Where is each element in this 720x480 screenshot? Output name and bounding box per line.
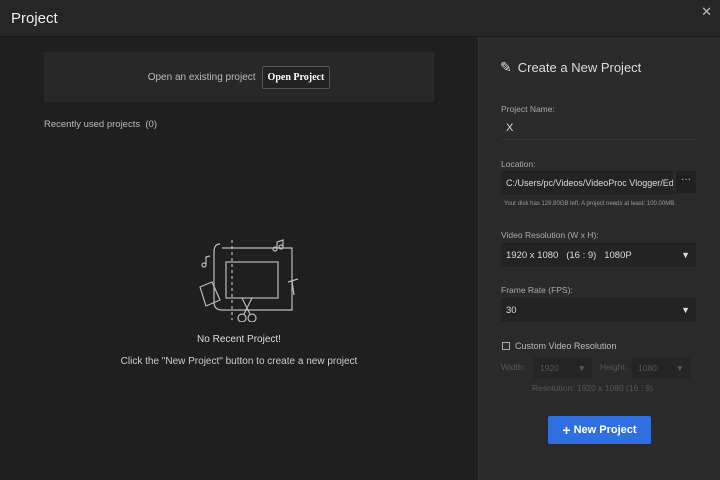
resolution-summary: Resolution: 1920 x 1080 (16 : 9) (532, 383, 653, 393)
plus-icon: + (562, 422, 571, 438)
close-icon[interactable]: ✕ (701, 4, 712, 20)
checkbox-icon (502, 342, 510, 350)
fps-select[interactable]: 30 ▼ (501, 298, 696, 322)
dropdown-arrow-icon: ▼ (681, 305, 690, 315)
open-existing-label: Open an existing project (147, 71, 256, 83)
project-name-label: Project Name: (501, 104, 555, 114)
resolution-select[interactable]: 1920 x 1080 (16 : 9) 1080P ▼ (501, 243, 696, 267)
custom-resolution-label: Custom Video Resolution (515, 341, 617, 351)
recent-label-text: Recently used projects (44, 119, 141, 130)
film-scissors-illustration-icon (199, 239, 299, 322)
open-project-box: Open an existing project Open Project (44, 52, 434, 102)
resolution-value: 1920 x 1080 (16 : 9) 1080P (506, 249, 632, 261)
location-label: Location: (501, 159, 536, 169)
location-value: C:/Users/pc/Videos/VideoProc Vlogger/Edi… (506, 178, 673, 188)
no-recent-title: No Recent Project! (197, 334, 281, 345)
recent-panel: Open an existing project Open Project Re… (0, 37, 478, 480)
width-select[interactable]: 1920 ▼ (534, 357, 592, 379)
no-recent-hint: Click the "New Project" button to create… (120, 356, 358, 367)
create-project-panel: ✎ Create a New Project Project Name: X L… (478, 37, 720, 480)
recent-count: (0) (145, 119, 158, 130)
edit-document-icon: ✎ (500, 59, 512, 75)
new-project-button[interactable]: + New Project (548, 416, 651, 444)
height-label: Height: (600, 362, 627, 372)
window-title: Project (11, 10, 58, 27)
height-value: 1080 (638, 363, 657, 373)
dropdown-arrow-icon: ▼ (681, 250, 690, 260)
location-input[interactable]: C:/Users/pc/Videos/VideoProc Vlogger/Edi… (501, 171, 673, 195)
custom-resolution-checkbox[interactable]: Custom Video Resolution (502, 341, 616, 351)
fps-label: Frame Rate (FPS): (501, 285, 573, 295)
title-bar: Project ✕ (0, 0, 720, 37)
browse-button[interactable]: ··· (676, 171, 696, 193)
create-title: Create a New Project (517, 60, 642, 75)
disk-info: Your disk has 128.80GB left. A project n… (504, 201, 676, 207)
create-header: ✎ Create a New Project (500, 59, 641, 76)
width-label: Width: (501, 362, 526, 372)
open-project-button[interactable]: Open Project (261, 65, 331, 89)
new-project-label: New Project (573, 424, 637, 436)
project-name-input[interactable]: X (501, 116, 696, 140)
recent-projects-label: Recently used projects (0) (44, 119, 157, 130)
project-name-value: X (506, 121, 514, 134)
dropdown-arrow-icon: ▼ (577, 363, 586, 373)
dropdown-arrow-icon: ▼ (675, 363, 684, 373)
fps-value: 30 (506, 304, 517, 316)
width-value: 1920 (540, 363, 559, 373)
height-select[interactable]: 1080 ▼ (632, 357, 690, 379)
resolution-label: Video Resolution (W x H): (501, 230, 599, 240)
